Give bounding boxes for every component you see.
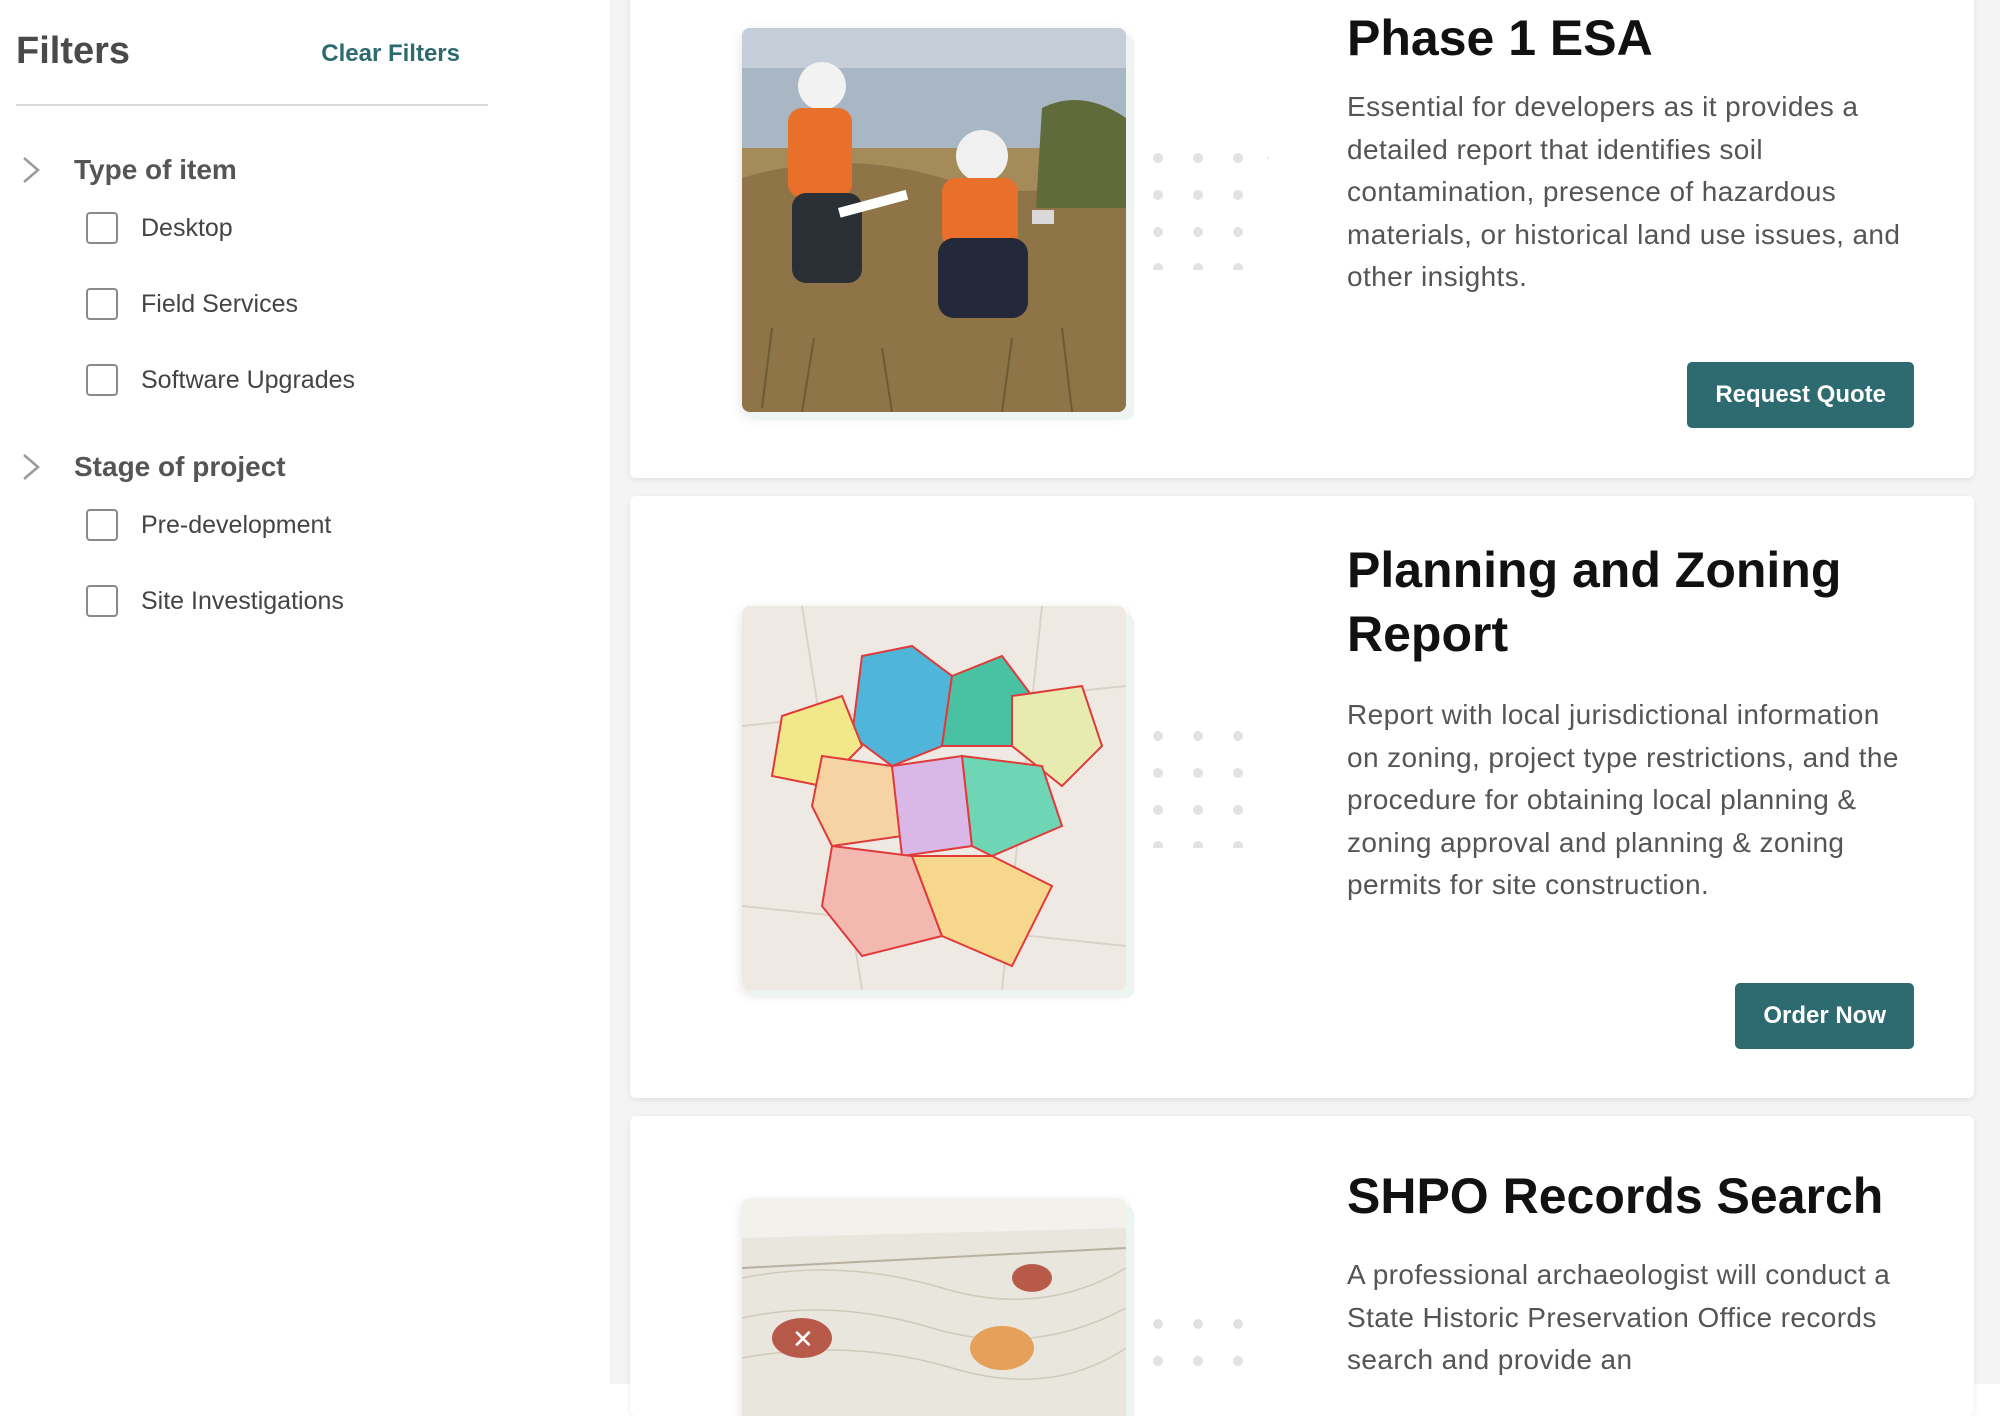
filter-option-label[interactable]: Desktop	[141, 214, 233, 243]
filter-group-toggle[interactable]: Stage of project	[16, 437, 486, 497]
card-description: Report with local jurisdictional informa…	[1347, 699, 1899, 900]
topographic-map-illustration: ✕	[742, 1198, 1126, 1416]
checkbox[interactable]	[86, 364, 118, 396]
card-description: A professional archaeologist will conduc…	[1347, 1259, 1891, 1375]
filter-group-toggle[interactable]: Type of item	[16, 140, 486, 200]
filters-title: Filters	[16, 30, 131, 72]
card-title: Planning and Zoning Report	[1347, 542, 1842, 662]
svg-text:✕: ✕	[792, 1325, 814, 1355]
filter-option-label[interactable]: Pre-development	[141, 511, 331, 540]
zoning-map-illustration	[742, 606, 1126, 990]
filter-option-label[interactable]: Site Investigations	[141, 587, 344, 616]
zoning-map	[742, 606, 1126, 990]
decorative-dots	[1153, 1319, 1243, 1366]
filter-option-pre-development: Pre-development	[16, 497, 486, 573]
filters-header: Filters Clear Filters	[16, 28, 488, 106]
checkbox[interactable]	[86, 585, 118, 617]
card-title: SHPO Records Search	[1347, 1168, 1884, 1224]
product-card-phase-1-esa: Phase 1 ESA Essential for developers as …	[630, 0, 1974, 478]
filter-option-label[interactable]: Software Upgrades	[141, 366, 355, 395]
filter-group-stage-of-project: Stage of project Pre-development Site In…	[16, 437, 486, 649]
filter-option-site-investigations: Site Investigations	[16, 573, 486, 649]
filter-group-label: Type of item	[74, 154, 237, 185]
filters-sidebar: Filters Clear Filters Type of item Deskt…	[0, 0, 500, 1384]
checkbox[interactable]	[86, 288, 118, 320]
checkbox[interactable]	[86, 509, 118, 541]
product-card-shpo-records: ✕ SHPO Records Search A professional arc…	[630, 1116, 1974, 1416]
card-title: Phase 1 ESA	[1347, 10, 1653, 66]
filter-option-desktop: Desktop	[16, 200, 486, 276]
chevron-right-icon	[23, 454, 40, 480]
filter-group-label: Stage of project	[74, 451, 286, 482]
chevron-right-icon	[23, 157, 40, 183]
product-card-planning-zoning: Planning and Zoning Report Report with l…	[630, 496, 1974, 1098]
order-now-button[interactable]: Order Now	[1735, 983, 1914, 1049]
decorative-dots	[1153, 153, 1269, 270]
clear-filters-link[interactable]: Clear Filters	[321, 40, 460, 68]
decorative-dots	[1153, 731, 1243, 848]
filter-option-label[interactable]: Field Services	[141, 290, 298, 319]
filter-group-type-of-item: Type of item Desktop Field Services Soft…	[16, 140, 486, 428]
request-quote-button[interactable]: Request Quote	[1687, 362, 1914, 428]
checkbox[interactable]	[86, 212, 118, 244]
field-workers-photo-illustration	[742, 28, 1126, 412]
topographic-map: ✕	[742, 1198, 1126, 1416]
field-workers-photo	[742, 28, 1126, 412]
filter-option-software-upgrades: Software Upgrades	[16, 352, 486, 428]
card-description: Essential for developers as it provides …	[1347, 91, 1901, 292]
filter-option-field-services: Field Services	[16, 276, 486, 352]
